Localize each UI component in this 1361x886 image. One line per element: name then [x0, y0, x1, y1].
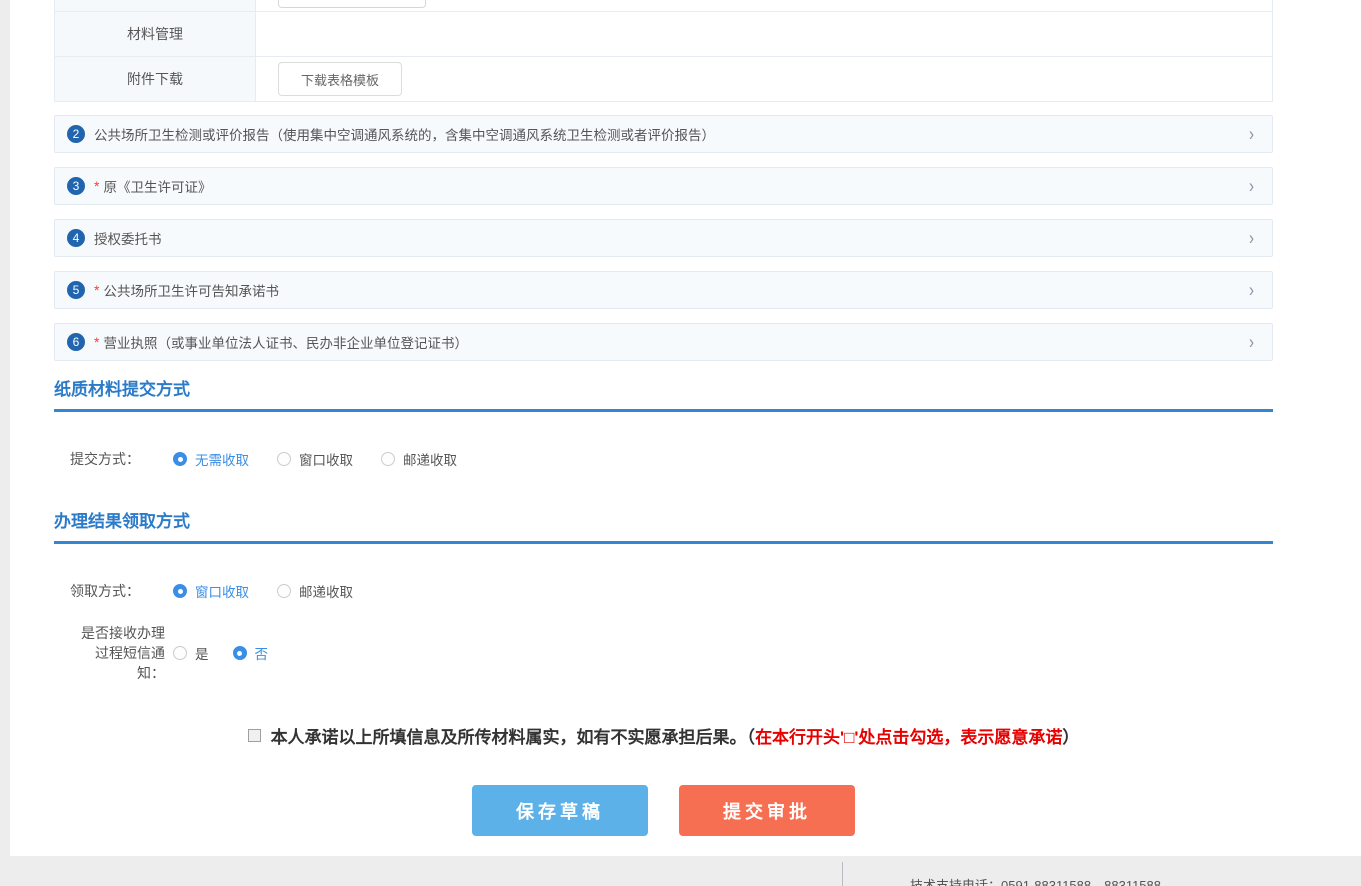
table-row: 附件下载 下载表格模板: [55, 57, 1272, 102]
radio-option-window-receive[interactable]: 窗口收取: [173, 581, 249, 601]
radio-option-no-collect[interactable]: 无需收取: [173, 449, 249, 469]
accordion-item-label: 营业执照（或事业单位法人证书、民办非企业单位登记证书）: [103, 332, 468, 352]
material-manage-label: 材料管理: [55, 12, 256, 56]
required-asterisk: *: [94, 282, 99, 298]
submit-method-label: 提交方式：: [70, 449, 173, 469]
cutoff-input[interactable]: [278, 0, 426, 8]
radio-option-yes[interactable]: 是: [173, 643, 209, 663]
materials-table: 材料管理 附件下载 下载表格模板: [54, 0, 1273, 102]
radio-unselected-icon: [381, 452, 395, 466]
radio-option-window-collect[interactable]: 窗口收取: [277, 449, 353, 469]
radio-unselected-icon: [277, 584, 291, 598]
receive-method-label: 领取方式：: [70, 581, 173, 601]
action-buttons-row: 保存草稿 提交审批: [54, 785, 1273, 836]
required-asterisk: *: [94, 334, 99, 350]
accordion-item-5[interactable]: 5 * 公共场所卫生许可告知承诺书 ›: [54, 271, 1273, 309]
table-row: 材料管理: [55, 12, 1272, 57]
footer-divider: [842, 862, 843, 886]
radio-selected-icon: [173, 452, 187, 466]
commitment-warning-text: 在本行开头'□'处点击勾选，表示愿意承诺: [755, 723, 1062, 748]
chevron-right-icon: ›: [1249, 227, 1254, 249]
attachment-download-value: 下载表格模板: [256, 57, 1272, 101]
material-accordion: 2 公共场所卫生检测或评价报告（使用集中空调通风系统的，含集中空调通风系统卫生检…: [54, 115, 1273, 361]
item-number-badge: 3: [67, 177, 85, 195]
commitment-row: 本人承诺以上所填信息及所传材料属实，如有不实愿承担后果。（ 在本行开头'□'处点…: [54, 723, 1273, 748]
radio-selected-icon: [233, 646, 247, 660]
required-asterisk: *: [94, 178, 99, 194]
submit-approval-button[interactable]: 提交审批: [679, 785, 855, 836]
receive-method-radio-group: 窗口收取 邮递收取: [173, 581, 381, 601]
paper-submit-section-title: 纸质材料提交方式: [54, 375, 1273, 412]
accordion-item-3[interactable]: 3 * 原《卫生许可证》 ›: [54, 167, 1273, 205]
radio-option-no[interactable]: 否: [233, 643, 269, 663]
submit-method-row: 提交方式： 无需收取 窗口收取 邮递收取: [54, 449, 1273, 469]
result-receive-section-title: 办理结果领取方式: [54, 507, 1273, 544]
attachment-download-label: 附件下载: [55, 57, 256, 101]
sms-notify-label: 是否接收办理 过程短信通 知：: [70, 623, 173, 683]
commitment-checkbox[interactable]: [248, 729, 261, 742]
accordion-item-6[interactable]: 6 * 营业执照（或事业单位法人证书、民办非企业单位登记证书） ›: [54, 323, 1273, 361]
table-row-partial: [55, 0, 1272, 12]
save-draft-button[interactable]: 保存草稿: [472, 785, 648, 836]
sms-notify-row: 是否接收办理 过程短信通 知： 是 否: [54, 623, 1273, 683]
commitment-text: 本人承诺以上所填信息及所传材料属实，如有不实愿承担后果。（: [271, 723, 756, 748]
item-number-badge: 6: [67, 333, 85, 351]
radio-unselected-icon: [277, 452, 291, 466]
material-manage-value: [256, 12, 1272, 56]
radio-selected-icon: [173, 584, 187, 598]
table-value-cell: [256, 0, 1272, 11]
accordion-item-label: 公共场所卫生检测或评价报告（使用集中空调通风系统的，含集中空调通风系统卫生检测或…: [94, 124, 715, 144]
chevron-right-icon: ›: [1249, 175, 1254, 197]
accordion-item-label: 授权委托书: [94, 228, 162, 248]
accordion-item-label: 原《卫生许可证》: [103, 176, 211, 196]
accordion-item-4[interactable]: 4 授权委托书 ›: [54, 219, 1273, 257]
chevron-right-icon: ›: [1249, 331, 1254, 353]
support-phone-text: 技术支持电话：0591-88311588、88311588: [910, 875, 1161, 886]
page-footer: 技术支持电话：0591-88311588、88311588: [0, 856, 1361, 886]
radio-option-mail-collect[interactable]: 邮递收取: [381, 449, 457, 469]
accordion-item-2[interactable]: 2 公共场所卫生检测或评价报告（使用集中空调通风系统的，含集中空调通风系统卫生检…: [54, 115, 1273, 153]
item-number-badge: 4: [67, 229, 85, 247]
item-number-badge: 2: [67, 125, 85, 143]
radio-unselected-icon: [173, 646, 187, 660]
receive-method-row: 领取方式： 窗口收取 邮递收取: [54, 581, 1273, 601]
item-number-badge: 5: [67, 281, 85, 299]
radio-option-mail-receive[interactable]: 邮递收取: [277, 581, 353, 601]
commitment-text-close: ）: [1062, 723, 1079, 748]
sms-notify-radio-group: 是 否: [173, 643, 296, 663]
main-panel: 材料管理 附件下载 下载表格模板 2 公共场所卫生检测或评价报告（使用集中空调通…: [10, 0, 1361, 856]
accordion-item-label: 公共场所卫生许可告知承诺书: [103, 280, 279, 300]
chevron-right-icon: ›: [1249, 123, 1254, 145]
download-template-button[interactable]: 下载表格模板: [278, 62, 402, 96]
chevron-right-icon: ›: [1249, 279, 1254, 301]
table-label-cell: [55, 0, 256, 11]
submit-method-radio-group: 无需收取 窗口收取 邮递收取: [173, 449, 485, 469]
